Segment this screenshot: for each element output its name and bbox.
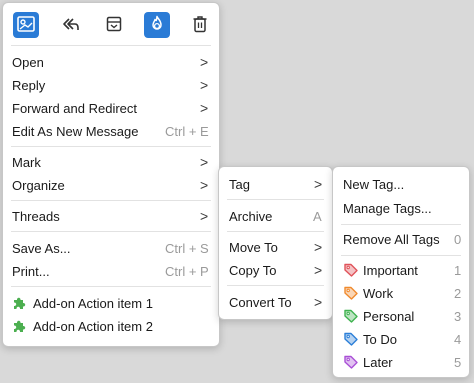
menu-item-label: Manage Tags...: [343, 200, 432, 216]
menu-item-label: Copy To: [229, 262, 277, 278]
menu-item-copy-to[interactable]: Copy To >: [219, 259, 332, 281]
menu-item-label: Edit As New Message: [12, 123, 139, 139]
chevron-right-icon: >: [200, 54, 209, 70]
menu-item-organize[interactable]: Organize >: [3, 174, 219, 196]
tag-icon: [343, 285, 359, 301]
menu-separator: [11, 146, 211, 147]
menu-item-reply[interactable]: Reply >: [3, 74, 219, 96]
menu-separator: [341, 224, 461, 225]
chevron-right-icon: >: [314, 176, 323, 192]
archive-box-icon: [105, 16, 123, 35]
menu-item-addon-2[interactable]: Add-on Action item 2: [3, 315, 219, 337]
menu-separator: [227, 285, 324, 286]
junk-button[interactable]: [144, 12, 170, 38]
chevron-right-icon: >: [200, 154, 209, 170]
tag-icon: [343, 308, 359, 324]
menu-item-label: Convert To: [229, 294, 292, 310]
menu-item-label: Organize: [12, 177, 65, 193]
chevron-right-icon: >: [200, 177, 209, 193]
menu-item-label: Mark: [12, 154, 41, 170]
chevron-right-icon: >: [314, 262, 323, 278]
tag-item-to-do[interactable]: To Do 4: [333, 328, 469, 350]
compose-image-icon: [17, 15, 35, 35]
menu-item-edit-as-new[interactable]: Edit As New Message Ctrl + E: [3, 120, 219, 142]
menu-separator: [227, 231, 324, 232]
tag-label: Important: [363, 262, 418, 278]
menu-separator: [341, 255, 461, 256]
menu-item-save-as[interactable]: Save As... Ctrl + S: [3, 237, 219, 259]
menu-item-label: Reply: [12, 77, 46, 93]
menu-item-label: Add-on Action item 1: [33, 295, 153, 311]
menu-item-print[interactable]: Print... Ctrl + P: [3, 260, 219, 282]
menu-item-shortcut: Ctrl + P: [165, 263, 209, 279]
chevron-right-icon: >: [314, 294, 323, 310]
tag-item-important[interactable]: Important 1: [333, 259, 469, 281]
tag-count: 5: [454, 354, 462, 370]
menu-item-label: Save As...: [12, 240, 71, 256]
tag-count: 4: [454, 331, 462, 347]
tag-icon: [343, 331, 359, 347]
menu-separator: [11, 200, 211, 201]
menu-separator: [227, 199, 324, 200]
menu-item-label: New Tag...: [343, 176, 405, 192]
chevron-right-icon: >: [314, 239, 323, 255]
tag-item-personal[interactable]: Personal 3: [333, 305, 469, 327]
archive-button[interactable]: [101, 12, 127, 38]
menu-separator: [11, 286, 211, 287]
tag-label: Personal: [363, 308, 415, 324]
tag-count: 3: [454, 308, 462, 324]
puzzle-piece-icon: [12, 318, 28, 334]
menu-item-shortcut: Ctrl + S: [165, 240, 209, 256]
menu-item-manage-tags[interactable]: Manage Tags...: [333, 197, 469, 219]
reply-button[interactable]: [58, 12, 84, 38]
menu-item-label: Threads: [12, 208, 60, 224]
tag-count: 2: [454, 285, 462, 301]
menu-item-shortcut: Ctrl + E: [165, 123, 209, 139]
puzzle-piece-icon: [12, 295, 28, 311]
menu-item-convert-to[interactable]: Convert To >: [219, 291, 332, 313]
menu-item-label: Move To: [229, 239, 278, 255]
chevron-right-icon: >: [200, 100, 209, 116]
menu-item-addon-1[interactable]: Add-on Action item 1: [3, 292, 219, 314]
menu-item-new-tag[interactable]: New Tag...: [333, 173, 469, 195]
delete-button[interactable]: [187, 12, 213, 38]
menu-item-mark[interactable]: Mark >: [3, 151, 219, 173]
menu-item-archive[interactable]: Archive A: [219, 205, 332, 227]
tag-item-work[interactable]: Work 2: [333, 282, 469, 304]
menu-item-label: Archive: [229, 208, 273, 224]
tag-label: Work: [363, 285, 394, 301]
menu-item-tag[interactable]: Tag >: [219, 173, 332, 195]
menu-toolbar: [3, 3, 219, 45]
tag-label: To Do: [363, 331, 397, 347]
menu-item-label: Add-on Action item 2: [33, 318, 153, 334]
menu-item-move-to[interactable]: Move To >: [219, 236, 332, 258]
tag-label: Later: [363, 354, 393, 370]
menu-item-label: Tag: [229, 176, 250, 192]
tag-submenu: New Tag... Manage Tags... Remove All Tag…: [332, 166, 470, 378]
chevron-right-icon: >: [200, 77, 209, 93]
menu-item-forward-redirect[interactable]: Forward and Redirect >: [3, 97, 219, 119]
menu-item-threads[interactable]: Threads >: [3, 205, 219, 227]
menu-item-open[interactable]: Open >: [3, 51, 219, 73]
organize-submenu: Tag > Archive A Move To > Copy To > Conv…: [218, 166, 333, 320]
chevron-right-icon: >: [200, 208, 209, 224]
tag-count: 1: [454, 262, 462, 278]
junk-flame-icon: [148, 15, 166, 36]
menu-separator: [11, 45, 211, 46]
menu-item-shortcut: A: [313, 208, 322, 224]
tag-icon: [343, 354, 359, 370]
tag-item-later[interactable]: Later 5: [333, 351, 469, 373]
menu-item-remove-all-tags[interactable]: Remove All Tags 0: [333, 228, 469, 250]
compose-image-button[interactable]: [13, 12, 39, 38]
menu-separator: [11, 231, 211, 232]
menu-item-label: Remove All Tags: [343, 231, 440, 247]
menu-item-label: Print...: [12, 263, 50, 279]
message-context-menu: Open > Reply > Forward and Redirect > Ed…: [2, 2, 220, 347]
trash-icon: [192, 15, 208, 36]
tag-count: 0: [454, 231, 462, 247]
menu-item-label: Forward and Redirect: [12, 100, 137, 116]
reply-arrow-icon: [62, 16, 80, 35]
menu-item-label: Open: [12, 54, 44, 70]
tag-icon: [343, 262, 359, 278]
